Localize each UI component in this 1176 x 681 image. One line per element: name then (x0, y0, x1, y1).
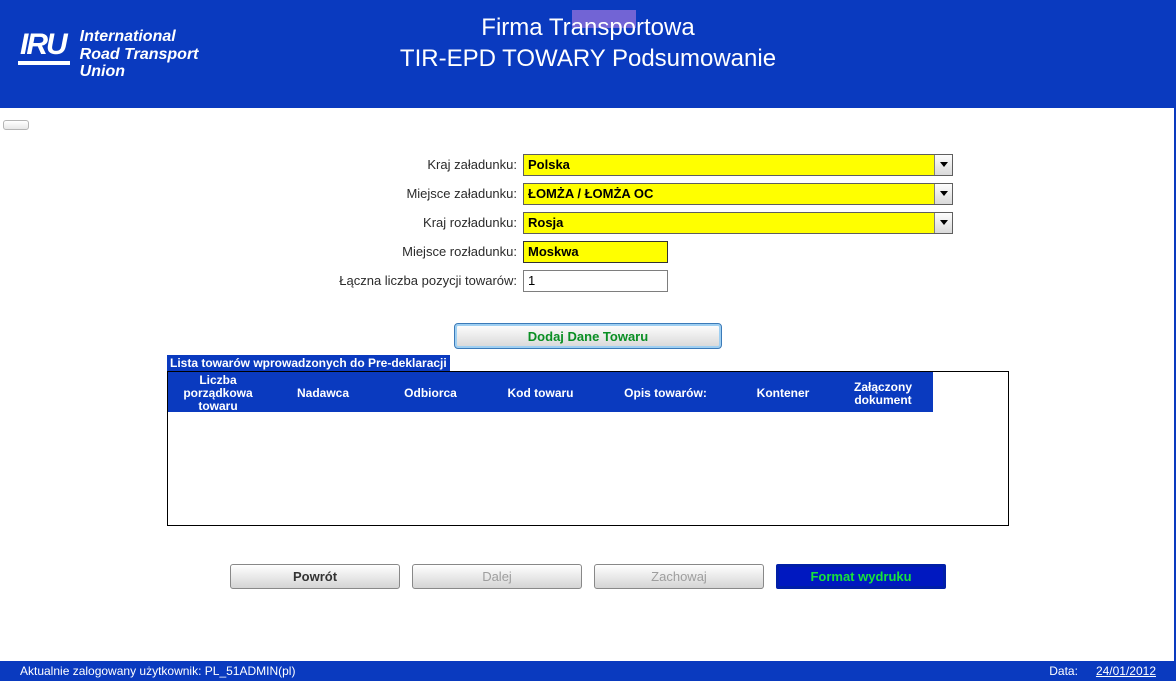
loading-place-label: Miejsce załadunku: (13, 186, 523, 201)
col-container: Kontener (733, 385, 833, 402)
goods-grid-header: Liczba porządkowa towaru Nadawca Odbiorc… (168, 372, 1008, 412)
next-button: Dalej (412, 564, 582, 589)
current-user-label: Aktualnie zalogowany użytkownik: PL_51AD… (20, 664, 295, 678)
loading-place-select[interactable]: ŁOMŻA / ŁOMŻA OC (523, 183, 953, 205)
chevron-down-icon (934, 184, 952, 204)
chevron-down-icon (934, 213, 952, 233)
total-items-value: 1 (528, 273, 535, 288)
title-line-1: Firma Transportowa (0, 12, 1176, 43)
unloading-country-label: Kraj rozładunku: (13, 215, 523, 230)
loading-country-select[interactable]: Polska (523, 154, 953, 176)
loading-country-value: Polska (528, 157, 570, 172)
button-bar: Powrót Dalej Zachowaj Format wydruku (0, 564, 1176, 589)
footer: Aktualnie zalogowany użytkownik: PL_51AD… (0, 661, 1176, 681)
loading-country-label: Kraj załadunku: (13, 157, 523, 172)
unloading-place-label: Miejsce rozładunku: (13, 244, 523, 259)
col-doc: Załączony dokument (833, 379, 933, 409)
print-format-button[interactable]: Format wydruku (776, 564, 946, 589)
loading-place-value: ŁOMŻA / ŁOMŻA OC (528, 186, 653, 201)
col-sender: Nadawca (268, 385, 378, 402)
date-label: Data: (1049, 664, 1078, 678)
unloading-country-select[interactable]: Rosja (523, 212, 953, 234)
unloading-place-input[interactable]: Moskwa (523, 241, 668, 263)
chevron-down-icon (934, 155, 952, 175)
col-desc: Opis towarów: (598, 385, 733, 402)
expander-toggle[interactable] (3, 120, 29, 130)
add-goods-button[interactable]: Dodaj Dane Towaru (454, 323, 722, 349)
form: Kraj załadunku: Polska Miejsce załadunku… (0, 150, 1176, 589)
back-button[interactable]: Powrót (230, 564, 400, 589)
title-line-2: TIR-EPD TOWARY Podsumowanie (0, 43, 1176, 74)
col-ordinal: Liczba porządkowa towaru (168, 372, 268, 416)
col-receiver: Odbiorca (378, 385, 483, 402)
save-button: Zachowaj (594, 564, 764, 589)
unloading-place-value: Moskwa (528, 244, 579, 259)
page-title: Firma Transportowa TIR-EPD TOWARY Podsum… (0, 12, 1176, 74)
header: IRU International Road Transport Union F… (0, 0, 1176, 108)
unloading-country-value: Rosja (528, 215, 563, 230)
col-code: Kod towaru (483, 385, 598, 402)
goods-grid: Liczba porządkowa towaru Nadawca Odbiorc… (167, 371, 1009, 526)
date-value: 24/01/2012 (1096, 664, 1156, 678)
total-items-input[interactable]: 1 (523, 270, 668, 292)
goods-list-title: Lista towarów wprowadzonych do Pre-dekla… (167, 355, 450, 371)
col-actions (933, 372, 1008, 416)
total-items-label: Łączna liczba pozycji towarów: (13, 273, 523, 288)
